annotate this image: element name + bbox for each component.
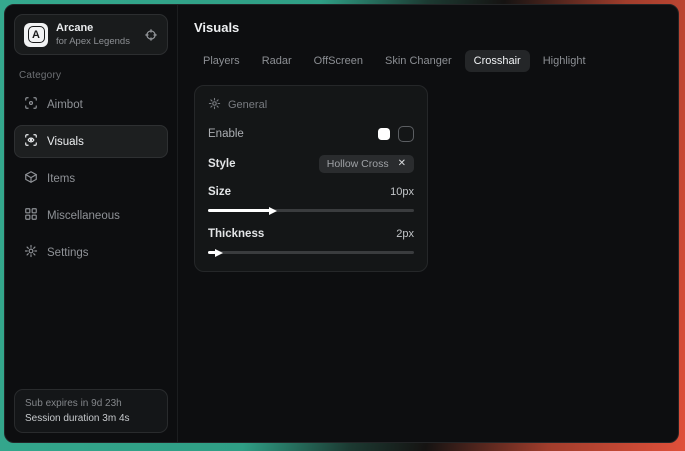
app-title: Arcane <box>56 22 130 34</box>
tab-radar[interactable]: Radar <box>253 50 301 72</box>
tab-bar: Players Radar OffScreen Skin Changer Cro… <box>194 50 662 72</box>
slider-thumb[interactable] <box>269 207 277 215</box>
logo-card: A Arcane for Apex Legends <box>14 14 168 55</box>
style-select[interactable]: Hollow Cross ✕ <box>319 155 414 173</box>
tab-skin-changer[interactable]: Skin Changer <box>376 50 461 72</box>
color-swatch[interactable] <box>378 128 390 140</box>
crosshair-icon[interactable] <box>144 28 158 42</box>
thickness-slider[interactable] <box>208 248 414 257</box>
style-selected-value: Hollow Cross <box>327 158 389 170</box>
size-label: Size <box>208 186 231 198</box>
enable-label: Enable <box>208 128 244 140</box>
sidebar-item-label: Settings <box>47 247 89 259</box>
sidebar: A Arcane for Apex Legends Category Aimbo… <box>5 5 178 442</box>
sidebar-item-settings[interactable]: Settings <box>14 236 168 269</box>
size-value: 10px <box>390 186 414 198</box>
tab-players[interactable]: Players <box>194 50 249 72</box>
grid-icon <box>24 207 38 224</box>
cog-icon <box>208 97 221 113</box>
enable-checkbox[interactable] <box>398 126 414 142</box>
sidebar-item-label: Items <box>47 173 75 185</box>
sidebar-item-items[interactable]: Items <box>14 162 168 195</box>
tab-highlight[interactable]: Highlight <box>534 50 595 72</box>
tab-crosshair[interactable]: Crosshair <box>465 50 530 72</box>
slider-thumb[interactable] <box>215 249 223 257</box>
enable-row: Enable <box>208 126 414 142</box>
sub-expiry-text: Sub expires in 9d 23h <box>25 398 157 409</box>
sidebar-item-label: Miscellaneous <box>47 210 120 222</box>
sidebar-item-label: Visuals <box>47 136 84 148</box>
session-duration-text: Session duration 3m 4s <box>25 413 157 424</box>
main-content: Visuals Players Radar OffScreen Skin Cha… <box>178 5 678 442</box>
app-logo: A <box>24 23 48 47</box>
logo-initial: A <box>28 26 45 43</box>
category-label: Category <box>19 70 163 81</box>
gear-icon <box>24 244 38 261</box>
clear-icon[interactable]: ✕ <box>398 159 406 169</box>
sidebar-item-aimbot[interactable]: Aimbot <box>14 88 168 121</box>
slider-track <box>208 209 414 212</box>
app-window: A Arcane for Apex Legends Category Aimbo… <box>4 4 679 443</box>
page-title: Visuals <box>194 20 662 35</box>
scan-crosshair-icon <box>24 96 38 113</box>
thickness-value: 2px <box>396 228 414 240</box>
panel-title: General <box>228 99 267 111</box>
app-subtitle: for Apex Legends <box>56 36 130 47</box>
sidebar-item-miscellaneous[interactable]: Miscellaneous <box>14 199 168 232</box>
thickness-row: Thickness 2px <box>208 228 414 240</box>
slider-fill <box>208 251 216 254</box>
package-icon <box>24 170 38 187</box>
slider-track <box>208 251 414 254</box>
style-row: Style Hollow Cross ✕ <box>208 155 414 173</box>
scan-eye-icon <box>24 133 38 150</box>
sidebar-item-visuals[interactable]: Visuals <box>14 125 168 158</box>
size-row: Size 10px <box>208 186 414 198</box>
style-label: Style <box>208 158 236 170</box>
subscription-status-card: Sub expires in 9d 23h Session duration 3… <box>14 389 168 433</box>
sidebar-item-label: Aimbot <box>47 99 83 111</box>
thickness-label: Thickness <box>208 228 264 240</box>
size-slider[interactable] <box>208 206 414 215</box>
slider-fill <box>208 209 270 212</box>
tab-offscreen[interactable]: OffScreen <box>305 50 372 72</box>
general-panel: General Enable Style Hollow Cross ✕ <box>194 85 428 272</box>
